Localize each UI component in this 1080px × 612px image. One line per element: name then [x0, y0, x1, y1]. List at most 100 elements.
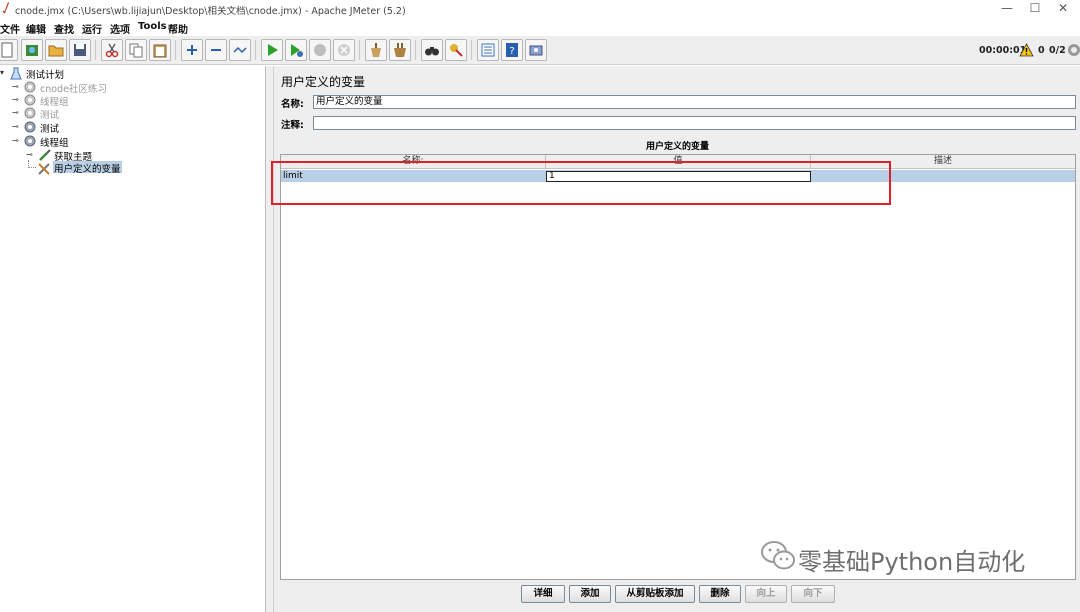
paste-icon	[153, 44, 167, 58]
paste-button[interactable]	[149, 39, 171, 61]
tree-label: 线程组	[40, 138, 69, 149]
list-icon	[481, 43, 495, 57]
menu-bar: 文件 编辑 查找 运行 选项 Tools 帮助	[0, 18, 1080, 36]
toolbar: ? 00:00:01 0 0/2	[0, 36, 1080, 65]
broom-icon	[371, 43, 381, 57]
add-button[interactable]: 添加	[569, 585, 611, 603]
start-button[interactable]	[261, 39, 283, 61]
toolbar-separator	[255, 40, 256, 60]
split-pane-divider[interactable]	[266, 66, 274, 612]
expand-toggle-icon[interactable]: ⊸	[12, 108, 20, 118]
expand-toggle-icon[interactable]: ⊸	[12, 122, 20, 132]
collapse-toggle-icon[interactable]: ⊸	[12, 136, 20, 146]
highlight-annotation	[271, 161, 891, 205]
menu-search[interactable]: 查找	[54, 21, 74, 36]
cut-button[interactable]	[101, 39, 123, 61]
comment-label: 注释:	[281, 120, 304, 131]
variables-table: 名称: 值 描述 limit 1	[280, 154, 1076, 580]
play-no-pause-icon	[291, 44, 303, 57]
tree-label: 线程组	[40, 97, 69, 108]
jmeter-logo-icon	[2, 2, 9, 14]
menu-edit[interactable]: 编辑	[26, 21, 46, 36]
function-helper-button[interactable]	[477, 39, 499, 61]
new-file-icon	[1, 42, 13, 58]
watermark-text: 零基础Python自动化	[798, 548, 1026, 576]
table-title: 用户定义的变量	[646, 142, 710, 152]
plus-icon	[187, 45, 197, 55]
expand-toggle-icon[interactable]: ⊸	[12, 95, 20, 105]
close-button[interactable]: ✕	[1046, 0, 1080, 18]
broom-all-icon	[394, 43, 406, 57]
copy-button[interactable]	[125, 39, 147, 61]
stop-icon	[314, 44, 326, 56]
toolbar-separator	[95, 40, 96, 60]
templates-button[interactable]	[21, 39, 43, 61]
menu-help[interactable]: 帮助	[168, 21, 188, 36]
menu-tools[interactable]: Tools	[138, 21, 167, 32]
pipette-icon	[39, 149, 51, 161]
shutdown-button[interactable]	[333, 39, 355, 61]
flask-icon	[10, 67, 22, 80]
toolbar-separator	[359, 40, 360, 60]
wechat-icon	[761, 541, 795, 570]
gear-icon	[24, 81, 36, 93]
tree-label: 测试计划	[26, 70, 65, 81]
menu-options[interactable]: 选项	[110, 21, 130, 36]
move-up-button[interactable]: 向上	[745, 585, 787, 603]
test-plan-tree: ▾ 测试计划 ⊸ cnode社区练习 ⊸ 线程组 ⊸ 测试 ⊸ 测试 ⊸ 线程组…	[0, 66, 266, 612]
warning-icon[interactable]	[1019, 43, 1034, 57]
globe-icon	[1068, 44, 1080, 56]
name-label: 名称:	[281, 99, 304, 110]
detail-button[interactable]: 详细	[521, 585, 565, 603]
comment-field[interactable]	[313, 116, 1076, 130]
new-button[interactable]	[0, 39, 18, 61]
start-no-pauses-button[interactable]	[285, 39, 307, 61]
stop-button[interactable]	[309, 39, 331, 61]
save-button[interactable]	[69, 39, 91, 61]
search-button[interactable]	[421, 39, 443, 61]
reset-search-button[interactable]	[445, 39, 467, 61]
toggle-button[interactable]	[229, 39, 251, 61]
copy-icon	[129, 43, 143, 58]
expand-toggle-icon[interactable]: ⊸	[12, 82, 20, 92]
menu-run[interactable]: 运行	[82, 21, 102, 36]
menu-file[interactable]: 文件	[0, 21, 20, 36]
tree-branch-line	[28, 160, 36, 168]
open-folder-icon	[48, 45, 64, 57]
binoculars-icon	[425, 47, 439, 56]
clear-button[interactable]	[365, 39, 387, 61]
help-icon: ?	[506, 43, 518, 57]
help-button[interactable]: ?	[501, 39, 523, 61]
clear-all-button[interactable]	[389, 39, 411, 61]
save-icon	[74, 44, 86, 56]
expand-button[interactable]	[181, 39, 203, 61]
delete-button[interactable]: 删除	[699, 585, 741, 603]
tree-label: 测试	[40, 110, 60, 121]
warning-count: 0	[1038, 45, 1045, 56]
gear-icon	[24, 121, 36, 133]
add-from-clipboard-button[interactable]: 从剪贴板添加	[615, 585, 695, 603]
gear-icon	[24, 135, 36, 147]
expand-toggle-icon[interactable]: ⊸	[26, 150, 34, 160]
tree-label: 用户定义的变量	[53, 161, 122, 175]
toolbar-separator	[471, 40, 472, 60]
window-title: cnode.jmx (C:\Users\wb.lijiajun\Desktop\…	[15, 6, 406, 17]
toolbar-separator	[175, 40, 176, 60]
collapse-toggle-icon[interactable]: ▾	[0, 68, 8, 78]
thread-count: 0/2	[1049, 45, 1066, 56]
open-button[interactable]	[45, 39, 67, 61]
name-field[interactable]: 用户定义的变量	[313, 95, 1076, 109]
toolbar-separator	[415, 40, 416, 60]
remote-button[interactable]	[525, 39, 547, 61]
gear-icon	[24, 94, 36, 106]
move-down-button[interactable]: 向下	[791, 585, 835, 603]
collapse-button[interactable]	[205, 39, 227, 61]
tree-label: cnode社区练习	[40, 84, 107, 95]
tree-label: 测试	[40, 124, 60, 135]
reset-search-icon	[450, 44, 463, 57]
play-icon	[268, 44, 278, 56]
title-bar: cnode.jmx (C:\Users\wb.lijiajun\Desktop\…	[0, 0, 1080, 18]
gear-icon	[24, 107, 36, 119]
templates-icon	[26, 45, 38, 56]
minus-icon	[211, 49, 221, 51]
